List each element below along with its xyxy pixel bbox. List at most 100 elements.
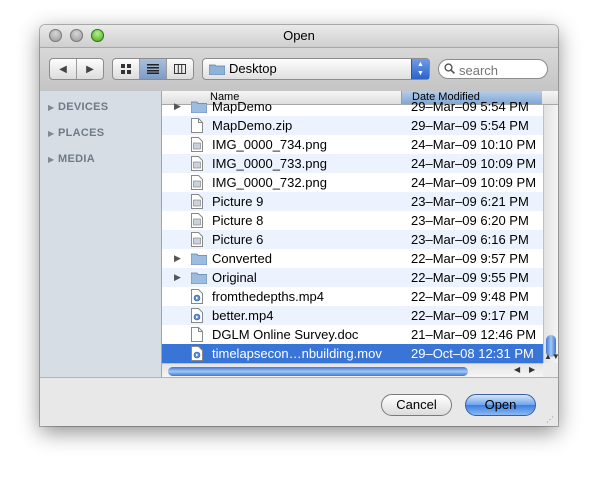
sidebar-section-places[interactable]: ▶ PLACES [48, 127, 104, 139]
search-input[interactable] [457, 61, 545, 79]
folder-row[interactable]: ▶ MapDemo 29–Mar–09 5:54 PM [162, 97, 543, 116]
back-button[interactable]: ◀ [50, 59, 77, 79]
list-view-button[interactable] [140, 59, 167, 79]
column-view-icon [174, 64, 186, 74]
file-row[interactable]: Picture 9 23–Mar–09 6:21 PM [162, 192, 543, 211]
file-name: MapDemo [212, 99, 272, 114]
file-row[interactable]: MapDemo.zip 29–Mar–09 5:54 PM [162, 116, 543, 135]
back-forward-control: ◀ ▶ [49, 58, 104, 80]
image-icon [191, 232, 205, 247]
vertical-scrollbar[interactable]: ▲▼ [543, 105, 558, 363]
open-dialog: Open ◀ ▶ Desktop ▲ ▼ search ▶ DEVICES ▶ … [40, 25, 558, 426]
location-label: Desktop [229, 61, 277, 76]
file-date-modified: 21–Mar–09 12:46 PM [411, 327, 537, 342]
popup-arrows-icon: ▲ ▼ [411, 59, 429, 79]
file-date-modified: 22–Mar–09 9:48 PM [411, 289, 529, 304]
video-icon [191, 289, 205, 304]
open-button[interactable]: Open [465, 394, 536, 416]
file-name: Converted [212, 251, 272, 266]
image-icon [191, 156, 205, 171]
forward-button[interactable]: ▶ [77, 59, 103, 79]
file-date-modified: 22–Mar–09 9:57 PM [411, 251, 529, 266]
sidebar: ▶ DEVICES ▶ PLACES ▶ MEDIA [40, 91, 162, 377]
file-row[interactable]: fromthedepths.mp4 22–Mar–09 9:48 PM [162, 287, 543, 306]
file-list: ▶ MapDemo 29–Mar–09 5:54 PM MapDemo.zip 29–M… [162, 97, 543, 363]
folder-icon [190, 251, 208, 266]
file-date-modified: 23–Mar–09 6:20 PM [411, 213, 529, 228]
image-icon [191, 137, 205, 152]
scroll-right-icon[interactable]: ▶ [529, 365, 535, 374]
disclosure-triangle-icon: ▶ [48, 103, 55, 112]
file-date-modified: 29–Mar–09 5:54 PM [411, 118, 529, 133]
disclosure-triangle-icon: ▶ [48, 155, 55, 164]
column-view-button[interactable] [167, 59, 193, 79]
file-date-modified: 29–Oct–08 12:31 PM [411, 346, 534, 361]
file-name: fromthedepths.mp4 [212, 289, 325, 304]
scroll-left-icon[interactable]: ◀ [514, 365, 520, 374]
video-icon [191, 308, 205, 323]
file-date-modified: 24–Mar–09 10:09 PM [411, 156, 537, 171]
file-name: DGLM Online Survey.doc [212, 327, 359, 342]
minimize-window-button[interactable] [70, 29, 83, 42]
image-icon [191, 175, 205, 190]
close-window-button[interactable] [49, 29, 62, 42]
file-date-modified: 22–Mar–09 9:17 PM [411, 308, 529, 323]
location-popup[interactable]: Desktop ▲ ▼ [202, 58, 430, 80]
file-row[interactable]: better.mp4 22–Mar–09 9:17 PM [162, 306, 543, 325]
file-row[interactable]: Picture 8 23–Mar–09 6:20 PM [162, 211, 543, 230]
disclosure-triangle-icon[interactable]: ▶ [174, 268, 181, 287]
file-date-modified: 23–Mar–09 6:21 PM [411, 194, 529, 209]
document-icon [191, 118, 205, 133]
horizontal-scroll-thumb[interactable] [168, 367, 468, 376]
zoom-window-button[interactable] [91, 29, 104, 42]
file-row[interactable]: timelapsecon…nbuilding.mov 29–Oct–08 12:3… [162, 344, 543, 363]
file-name: IMG_0000_732.png [212, 175, 327, 190]
disclosure-triangle-icon: ▶ [48, 129, 55, 138]
scroll-corner [543, 363, 558, 377]
view-mode-control [112, 58, 194, 80]
file-date-modified: 22–Mar–09 9:55 PM [411, 270, 529, 285]
window-title: Open [283, 28, 315, 43]
dialog-footer: Cancel Open ⋰ [40, 377, 558, 426]
file-date-modified: 24–Mar–09 10:09 PM [411, 175, 537, 190]
file-date-modified: 29–Mar–09 5:54 PM [411, 99, 529, 114]
list-view-icon [147, 64, 159, 74]
sidebar-section-media[interactable]: ▶ MEDIA [48, 153, 95, 165]
disclosure-triangle-icon[interactable]: ▶ [174, 97, 181, 116]
search-field[interactable] [438, 59, 548, 79]
disclosure-triangle-icon[interactable]: ▶ [174, 249, 181, 268]
scroll-arrows-icon[interactable]: ▲▼ [544, 351, 558, 363]
folder-icon [190, 270, 208, 285]
file-date-modified: 23–Mar–09 6:16 PM [411, 232, 529, 247]
horizontal-scrollbar[interactable]: ◀ ▶ [162, 363, 543, 377]
resize-grip-icon[interactable]: ⋰ [546, 415, 555, 424]
file-row[interactable]: IMG_0000_732.png 24–Mar–09 10:09 PM [162, 173, 543, 192]
forward-arrow-icon: ▶ [86, 63, 94, 75]
file-row[interactable]: IMG_0000_734.png 24–Mar–09 10:10 PM [162, 135, 543, 154]
folder-icon [209, 64, 225, 75]
image-icon [191, 213, 205, 228]
file-name: Picture 8 [212, 213, 264, 228]
file-name: timelapsecon…nbuilding.mov [212, 346, 382, 361]
file-name: Picture 9 [212, 194, 264, 209]
folder-row[interactable]: ▶ Original 22–Mar–09 9:55 PM [162, 268, 543, 287]
file-row[interactable]: DGLM Online Survey.doc 21–Mar–09 12:46 PM [162, 325, 543, 344]
file-name: better.mp4 [212, 308, 274, 323]
file-name: Original [212, 270, 257, 285]
file-row[interactable]: Picture 6 23–Mar–09 6:16 PM [162, 230, 543, 249]
search-icon [444, 63, 455, 77]
sidebar-section-devices[interactable]: ▶ DEVICES [48, 101, 108, 113]
icon-view-icon [120, 63, 131, 74]
cancel-button[interactable]: Cancel [381, 394, 452, 416]
file-name: IMG_0000_733.png [212, 156, 327, 171]
folder-row[interactable]: ▶ Converted 22–Mar–09 9:57 PM [162, 249, 543, 268]
file-date-modified: 24–Mar–09 10:10 PM [411, 137, 537, 152]
title-bar: Open [40, 25, 558, 48]
file-name: MapDemo.zip [212, 118, 293, 133]
image-icon [191, 194, 205, 209]
video-icon [191, 346, 205, 361]
file-name: Picture 6 [212, 232, 264, 247]
icon-view-button[interactable] [113, 59, 140, 79]
toolbar: ◀ ▶ Desktop ▲ ▼ [40, 48, 558, 92]
file-row[interactable]: IMG_0000_733.png 24–Mar–09 10:09 PM [162, 154, 543, 173]
